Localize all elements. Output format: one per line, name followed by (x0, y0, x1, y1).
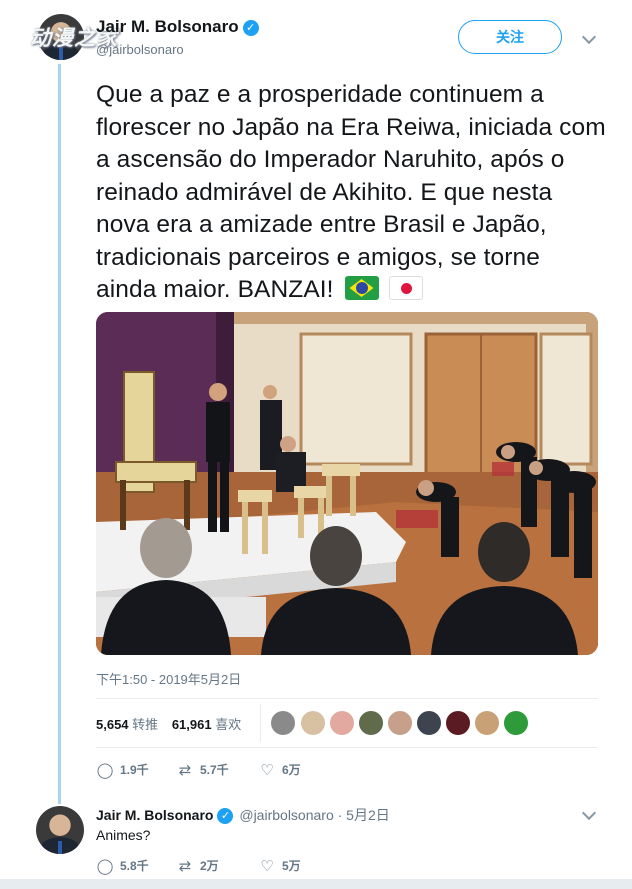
reply-action[interactable]: ◯ 5.8千 (96, 857, 149, 875)
chevron-down-icon[interactable] (581, 29, 597, 45)
retweet-action[interactable]: ⇄ 2万 (176, 857, 219, 875)
reply-author[interactable]: Jair M. Bolsonaro ✓ @jairbolsonaro · 5月2日 (96, 805, 390, 825)
verified-badge-icon: ✓ (242, 20, 259, 36)
liker-avatar[interactable] (474, 710, 500, 736)
retweets-stat[interactable]: 5,654 转推 (96, 717, 158, 732)
like-action[interactable]: ♡ 5万 (258, 857, 300, 875)
divider (96, 747, 598, 748)
tweet-timestamp[interactable]: 下午1:50 - 2019年5月2日 (96, 669, 241, 688)
reply-action[interactable]: ◯ 1.9千 (96, 761, 149, 779)
liker-avatar[interactable] (445, 710, 471, 736)
tweet-body: Que a paz e a prosperidade continuem a f… (96, 81, 606, 303)
brazil-flag-icon (344, 276, 379, 300)
liker-avatar[interactable] (270, 710, 296, 736)
likes-stat[interactable]: 61,961 喜欢 (172, 717, 241, 732)
liker-avatar[interactable] (300, 710, 326, 736)
reply-icon: ◯ (96, 858, 114, 875)
tweet-photo[interactable] (96, 312, 598, 655)
reply-handle-date[interactable]: @jairbolsonaro · 5月2日 (239, 807, 389, 823)
retweet-action[interactable]: ⇄ 5.7千 (176, 761, 229, 779)
like-action[interactable]: ♡ 6万 (258, 761, 300, 779)
engagement-stats: 5,654 转推 61,961 喜欢 (96, 714, 241, 733)
bottom-border (0, 879, 632, 889)
ceremony-photo-icon (96, 312, 598, 655)
stats-separator (260, 704, 261, 742)
liker-avatar[interactable] (358, 710, 384, 736)
chevron-down-icon[interactable] (581, 805, 597, 821)
reply-author-name[interactable]: Jair M. Bolsonaro (96, 807, 213, 823)
japan-flag-icon (389, 276, 424, 300)
author-name[interactable]: Jair M. Bolsonaro ✓ (96, 17, 259, 37)
thread-connector-line (58, 64, 61, 804)
tweet-text: Que a paz e a prosperidade continuem a f… (96, 79, 606, 307)
reply-text: Animes? (96, 827, 151, 843)
reply-icon: ◯ (96, 762, 114, 779)
liker-avatar[interactable] (387, 710, 413, 736)
liker-avatar[interactable] (503, 710, 529, 736)
reply-author-avatar[interactable] (36, 806, 84, 854)
author-handle[interactable]: @jairbolsonaro (96, 42, 184, 57)
retweet-icon: ⇄ (178, 858, 192, 875)
retweet-icon: ⇄ (178, 762, 192, 779)
follow-button[interactable]: 关注 (458, 20, 562, 54)
heart-icon: ♡ (260, 762, 274, 779)
author-name-text[interactable]: Jair M. Bolsonaro (96, 17, 239, 36)
verified-badge-icon: ✓ (217, 808, 234, 824)
liker-avatar[interactable] (329, 710, 355, 736)
liker-avatar[interactable] (416, 710, 442, 736)
heart-icon: ♡ (260, 858, 274, 875)
divider (96, 698, 598, 699)
